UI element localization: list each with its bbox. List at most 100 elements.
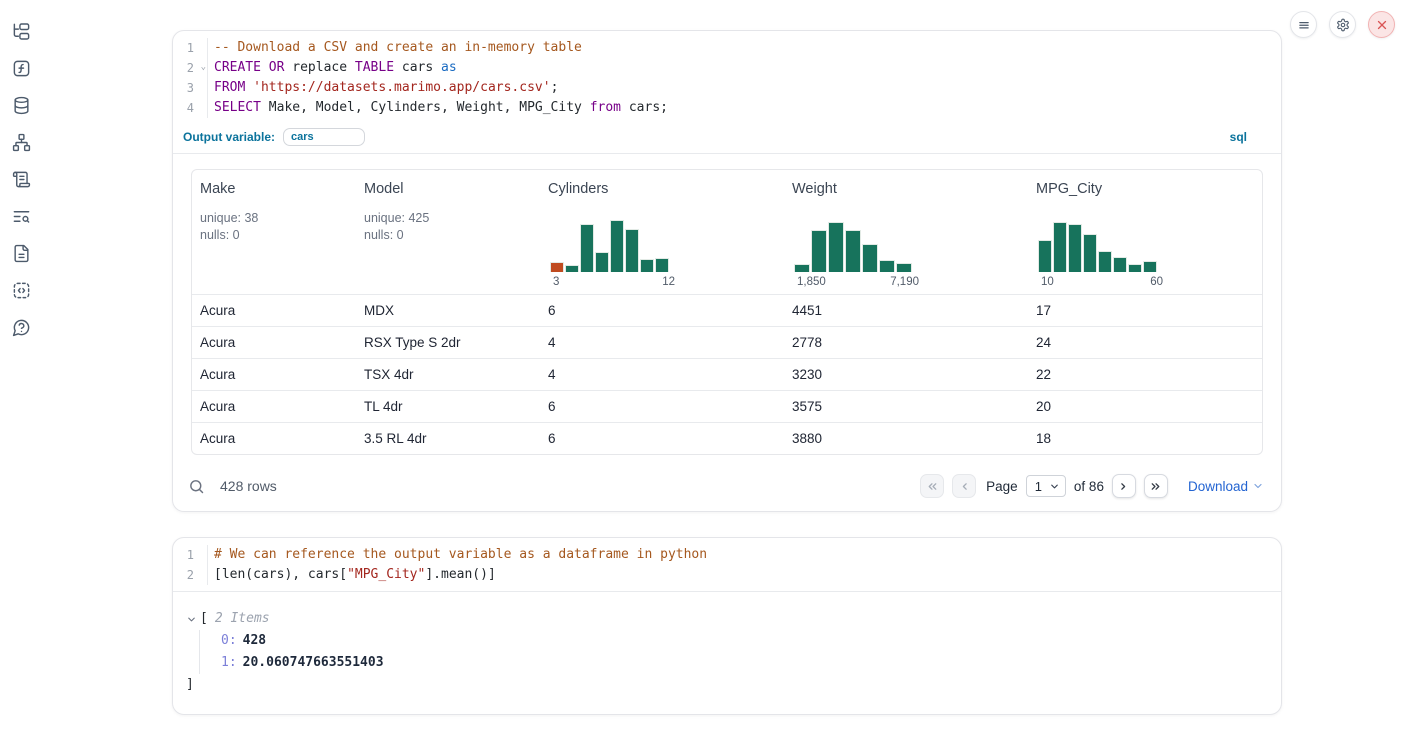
column-histogram[interactable]: 312 <box>550 219 678 288</box>
histogram-bar[interactable] <box>1113 257 1127 272</box>
histogram-bar[interactable] <box>1143 261 1157 272</box>
histogram-bar[interactable] <box>794 264 810 272</box>
column-header[interactable]: Modelunique: 425nulls: 0 <box>356 181 540 294</box>
histogram-bar[interactable] <box>1053 222 1067 272</box>
code-line[interactable]: CREATE OR replace TABLE cars as <box>214 58 1281 78</box>
code-lines[interactable]: -- Download a CSV and create an in-memor… <box>208 38 1281 118</box>
table-cell[interactable]: 3.5 RL 4dr <box>356 423 540 454</box>
table-cell[interactable]: 6 <box>540 295 784 326</box>
histogram-bar[interactable] <box>811 230 827 272</box>
sidebar-item-logs[interactable] <box>8 205 34 227</box>
histogram-bar[interactable] <box>550 262 564 272</box>
column-header[interactable]: Cylinders312 <box>540 181 784 294</box>
table-cell[interactable]: Acura <box>192 359 356 390</box>
column-histogram[interactable]: 1,8507,190 <box>794 219 922 288</box>
histogram-bar[interactable] <box>1068 224 1082 272</box>
table-cell[interactable]: 4 <box>540 327 784 358</box>
histogram-bar[interactable] <box>1098 251 1112 272</box>
table-cell[interactable]: 2778 <box>784 327 1028 358</box>
table-row[interactable]: AcuraMDX6445117 <box>192 294 1262 326</box>
table-cell[interactable]: 3575 <box>784 391 1028 422</box>
histogram-bar[interactable] <box>580 224 594 272</box>
histogram-bar[interactable] <box>1038 240 1052 272</box>
language-badge: sql <box>1230 130 1247 144</box>
histogram-bar[interactable] <box>565 265 579 272</box>
column-header[interactable]: MPG_City1060 <box>1028 181 1262 294</box>
table-cell[interactable]: 3230 <box>784 359 1028 390</box>
sidebar-item-help[interactable] <box>8 316 34 338</box>
code-line[interactable]: # We can reference the output variable a… <box>214 545 1281 565</box>
next-page-button[interactable] <box>1112 474 1136 498</box>
notebook-actions <box>1290 11 1395 38</box>
histogram-bar[interactable] <box>828 222 844 272</box>
first-page-button[interactable] <box>920 474 944 498</box>
python-code-editor[interactable]: 12 # We can reference the output variabl… <box>173 538 1281 591</box>
table-cell[interactable]: MDX <box>356 295 540 326</box>
histogram-bar[interactable] <box>595 252 609 272</box>
sidebar-item-snippets[interactable] <box>8 279 34 301</box>
column-histogram[interactable]: 1060 <box>1038 219 1166 288</box>
search-icon[interactable] <box>188 478 205 495</box>
histogram-bar[interactable] <box>1128 264 1142 272</box>
table-cell[interactable]: TL 4dr <box>356 391 540 422</box>
table-cell[interactable]: 22 <box>1028 359 1262 390</box>
chevron-down-icon[interactable] <box>186 614 197 625</box>
table-row[interactable]: Acura3.5 RL 4dr6388018 <box>192 422 1262 454</box>
histogram-bar[interactable] <box>640 259 654 272</box>
histogram-bar[interactable] <box>896 263 912 272</box>
table-cell[interactable]: Acura <box>192 391 356 422</box>
table-cell[interactable]: 20 <box>1028 391 1262 422</box>
tree-item-key: 0: <box>221 633 237 648</box>
histogram-bar[interactable] <box>1083 234 1097 272</box>
table-cell[interactable]: 18 <box>1028 423 1262 454</box>
table-cell[interactable]: 6 <box>540 391 784 422</box>
line-number-gutter: 12⌄34 <box>173 38 208 118</box>
table-cell[interactable]: 6 <box>540 423 784 454</box>
code-lines[interactable]: # We can reference the output variable a… <box>208 545 1281 585</box>
table-cell[interactable]: Acura <box>192 327 356 358</box>
tree-root-row[interactable]: [ 2 Items <box>186 608 1265 630</box>
histogram-bar[interactable] <box>845 230 861 272</box>
table-row[interactable]: AcuraTL 4dr6357520 <box>192 390 1262 422</box>
table-row[interactable]: AcuraTSX 4dr4323022 <box>192 358 1262 390</box>
table-cell[interactable]: 3880 <box>784 423 1028 454</box>
sidebar-item-outline[interactable] <box>8 168 34 190</box>
table-cell[interactable]: 4451 <box>784 295 1028 326</box>
table-cell[interactable]: Acura <box>192 295 356 326</box>
table-cell[interactable]: 4 <box>540 359 784 390</box>
sidebar-item-documentation[interactable] <box>8 242 34 264</box>
tree-item[interactable]: 1:20.060747663551403 <box>221 652 1265 674</box>
sidebar-item-dependency-graph[interactable] <box>8 131 34 153</box>
histogram-bar[interactable] <box>879 260 895 272</box>
code-line[interactable]: SELECT Make, Model, Cylinders, Weight, M… <box>214 98 1281 118</box>
menu-button[interactable] <box>1290 11 1317 38</box>
table-row[interactable]: AcuraRSX Type S 2dr4277824 <box>192 326 1262 358</box>
histogram-bar[interactable] <box>655 258 669 272</box>
code-line[interactable]: FROM 'https://datasets.marimo.app/cars.c… <box>214 78 1281 98</box>
output-variable-input[interactable] <box>283 128 365 146</box>
table-cell[interactable]: RSX Type S 2dr <box>356 327 540 358</box>
column-header[interactable]: Weight1,8507,190 <box>784 181 1028 294</box>
table-cell[interactable]: 17 <box>1028 295 1262 326</box>
sql-code-editor[interactable]: 12⌄34 -- Download a CSV and create an in… <box>173 31 1281 124</box>
column-header[interactable]: Makeunique: 38nulls: 0 <box>192 181 356 294</box>
shutdown-button[interactable] <box>1368 11 1395 38</box>
histogram-bar[interactable] <box>610 220 624 272</box>
sidebar-item-data-sources[interactable] <box>8 94 34 116</box>
last-page-button[interactable] <box>1144 474 1168 498</box>
code-line[interactable]: -- Download a CSV and create an in-memor… <box>214 38 1281 58</box>
histogram-bar[interactable] <box>625 229 639 272</box>
download-link[interactable]: Download <box>1188 479 1264 494</box>
page-select[interactable]: 1 <box>1026 475 1066 497</box>
histogram-bar[interactable] <box>862 244 878 272</box>
table-cell[interactable]: TSX 4dr <box>356 359 540 390</box>
table-cell[interactable]: Acura <box>192 423 356 454</box>
settings-button[interactable] <box>1329 11 1356 38</box>
sidebar-item-file-explorer[interactable] <box>8 20 34 42</box>
sidebar-item-functions[interactable] <box>8 57 34 79</box>
table-cell[interactable]: 24 <box>1028 327 1262 358</box>
code-line[interactable]: [len(cars), cars["MPG_City"].mean()] <box>214 565 1281 585</box>
chevron-left-icon <box>958 480 971 493</box>
tree-item[interactable]: 0:428 <box>221 630 1265 652</box>
previous-page-button[interactable] <box>952 474 976 498</box>
